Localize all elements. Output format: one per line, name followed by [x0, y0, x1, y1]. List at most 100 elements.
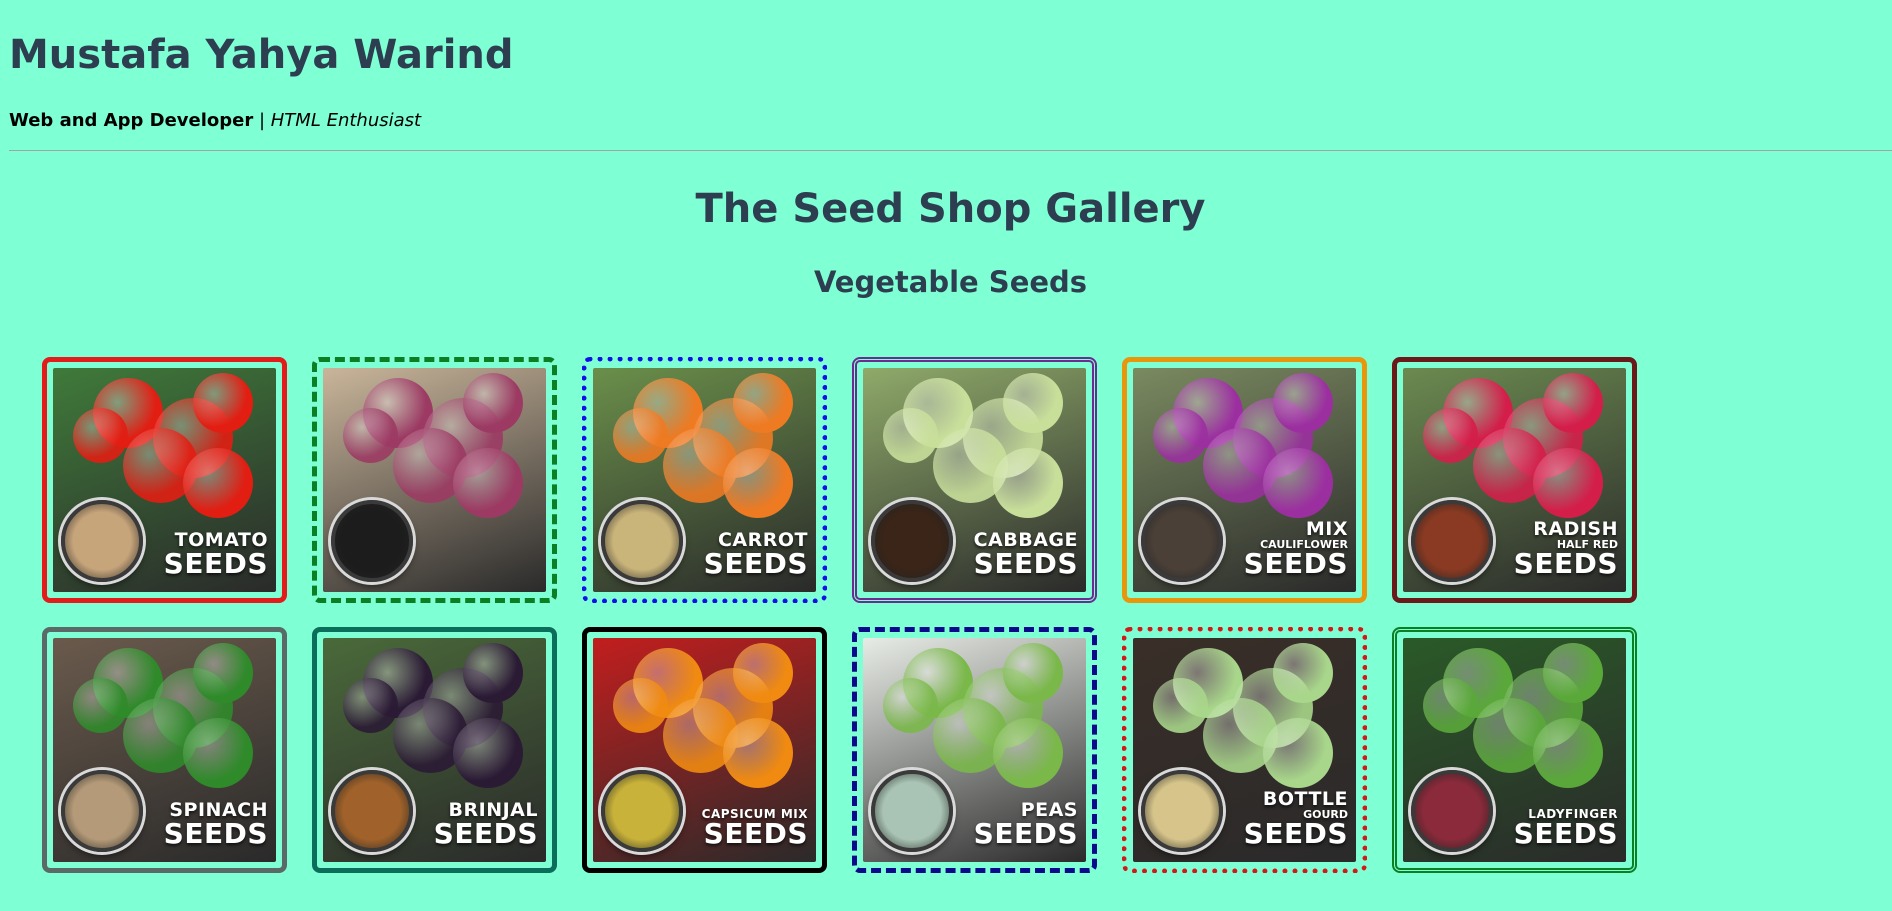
seed-bowl: [871, 500, 953, 582]
vegetable-shape: [193, 643, 253, 703]
seed-photo: CABBAGE SEEDS: [863, 368, 1086, 592]
vegetable-shape: [613, 678, 668, 733]
seed-name: BOTTLE: [1262, 788, 1348, 810]
gallery-subtitle: Vegetable Seeds: [813, 265, 1088, 299]
seed-photo: MIX CAULIFLOWER SEEDS: [1133, 368, 1356, 592]
seed-label: RADISH HALF RED SEEDS: [1514, 520, 1618, 578]
vegetable-shape: [1273, 643, 1333, 703]
vegetable-shape: [193, 373, 253, 433]
seed-label: CAPSICUM MIX SEEDS: [702, 808, 808, 848]
seed-card[interactable]: CAPSICUM MIX SEEDS: [582, 627, 827, 873]
seed-photo: [323, 368, 546, 592]
vegetable-shape: [343, 678, 398, 733]
seed-label: MIX CAULIFLOWER SEEDS: [1244, 520, 1348, 578]
role-text: Web and App Developer: [9, 110, 254, 131]
vegetable-shape: [733, 373, 793, 433]
vegetable-shape: [733, 643, 793, 703]
seed-bowl: [601, 770, 683, 852]
seed-card[interactable]: TOMATO SEEDS: [42, 357, 287, 603]
vegetable-shape: [1003, 643, 1063, 703]
seed-photo: RADISH HALF RED SEEDS: [1403, 368, 1626, 592]
seed-photo: LADYFINGER SEEDS: [1403, 638, 1626, 862]
vegetable-shape: [343, 408, 398, 463]
seed-word: SEEDS: [433, 817, 538, 850]
seed-card[interactable]: LADYFINGER SEEDS: [1392, 627, 1637, 873]
seed-bowl: [1411, 770, 1493, 852]
seed-bowl: [61, 770, 143, 852]
seed-bowl: [1141, 500, 1223, 582]
seed-photo: CAPSICUM MIX SEEDS: [593, 638, 816, 862]
seed-photo: PEAS SEEDS: [863, 638, 1086, 862]
seed-card[interactable]: CARROT SEEDS: [582, 357, 827, 603]
seed-card[interactable]: BRINJAL SEEDS: [312, 627, 557, 873]
seed-label: CABBAGE SEEDS: [974, 531, 1078, 578]
header-divider: [9, 150, 1892, 151]
seed-card[interactable]: CABBAGE SEEDS: [852, 357, 1097, 603]
vegetable-shape: [1263, 718, 1333, 788]
seed-card[interactable]: SPINACH SEEDS: [42, 627, 287, 873]
interest-text: HTML Enthusiast: [270, 110, 422, 131]
tagline: Web and App Developer | HTML Enthusiast: [9, 109, 421, 133]
vegetable-shape: [1263, 448, 1333, 518]
vegetable-shape: [1533, 718, 1603, 788]
seed-bowl: [871, 770, 953, 852]
seed-label: BOTTLE GOURD SEEDS: [1244, 790, 1348, 848]
seed-photo: BRINJAL SEEDS: [323, 638, 546, 862]
seed-label: TOMATO SEEDS: [164, 531, 268, 578]
vegetable-shape: [1153, 678, 1208, 733]
seed-photo: SPINACH SEEDS: [53, 638, 276, 862]
vegetable-shape: [1003, 373, 1063, 433]
vegetable-shape: [73, 408, 128, 463]
vegetable-shape: [1273, 373, 1333, 433]
vegetable-shape: [723, 718, 793, 788]
seed-photo: BOTTLE GOURD SEEDS: [1133, 638, 1356, 862]
seed-card[interactable]: BOTTLE GOURD SEEDS: [1122, 627, 1367, 873]
seed-photo: TOMATO SEEDS: [53, 368, 276, 592]
seed-photo: CARROT SEEDS: [593, 368, 816, 592]
vegetable-shape: [73, 678, 128, 733]
vegetable-shape: [183, 448, 253, 518]
seed-name: RADISH: [1533, 518, 1618, 540]
seed-bowl: [331, 770, 413, 852]
seed-bowl: [601, 500, 683, 582]
seed-bowl: [1141, 770, 1223, 852]
seed-card[interactable]: [312, 357, 557, 603]
seed-word: SEEDS: [163, 817, 268, 850]
vegetable-shape: [993, 718, 1063, 788]
seed-bowl: [331, 500, 413, 582]
seed-word: SEEDS: [703, 817, 808, 850]
seed-word: SEEDS: [1243, 817, 1348, 850]
seed-word: SEEDS: [1243, 547, 1348, 580]
seed-word: SEEDS: [163, 547, 268, 580]
seed-label: BRINJAL SEEDS: [434, 801, 538, 848]
seed-card[interactable]: PEAS SEEDS: [852, 627, 1097, 873]
seed-card[interactable]: RADISH HALF RED SEEDS: [1392, 357, 1637, 603]
seed-word: SEEDS: [973, 547, 1078, 580]
seed-word: SEEDS: [1513, 817, 1618, 850]
seed-word: SEEDS: [973, 817, 1078, 850]
vegetable-shape: [1543, 643, 1603, 703]
vegetable-shape: [883, 678, 938, 733]
vegetable-shape: [1533, 448, 1603, 518]
seed-label: PEAS SEEDS: [974, 801, 1078, 848]
vegetable-shape: [723, 448, 793, 518]
vegetable-shape: [1543, 373, 1603, 433]
seed-name: MIX: [1305, 518, 1348, 540]
seed-bowl: [61, 500, 143, 582]
vegetable-shape: [993, 448, 1063, 518]
vegetable-shape: [463, 643, 523, 703]
seed-word: SEEDS: [703, 547, 808, 580]
seed-label: SPINACH SEEDS: [164, 801, 268, 848]
vegetable-shape: [1423, 408, 1478, 463]
vegetable-shape: [463, 373, 523, 433]
seed-label: CARROT SEEDS: [704, 531, 808, 578]
vegetable-shape: [1153, 408, 1208, 463]
seed-label: LADYFINGER SEEDS: [1514, 808, 1618, 848]
vegetable-shape: [183, 718, 253, 788]
seed-bowl: [1411, 500, 1493, 582]
tagline-separator: |: [253, 110, 271, 131]
seed-card[interactable]: MIX CAULIFLOWER SEEDS: [1122, 357, 1367, 603]
author-name: Mustafa Yahya Warind: [9, 32, 514, 78]
vegetable-shape: [883, 408, 938, 463]
vegetable-shape: [613, 408, 668, 463]
